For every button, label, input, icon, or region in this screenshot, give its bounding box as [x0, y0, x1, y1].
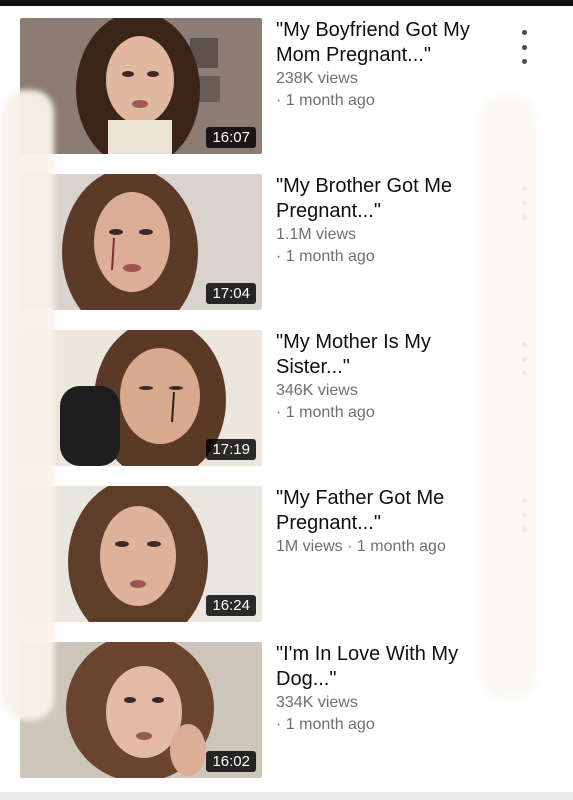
video-duration: 16:02: [206, 751, 256, 772]
video-meta[interactable]: "I'm In Love With My Dog..." 334K views ·…: [276, 642, 501, 736]
video-views: 1M views · 1 month ago: [276, 538, 446, 555]
video-thumbnail[interactable]: 17:19: [20, 330, 262, 466]
video-duration: 16:24: [206, 595, 256, 616]
video-age: · 1 month ago: [276, 404, 375, 421]
video-age: · 1 month ago: [276, 92, 375, 109]
video-thumbnail[interactable]: 16:02: [20, 642, 262, 778]
screen-bottom-border: [0, 792, 573, 800]
redaction-blur-right: [480, 95, 538, 700]
video-meta[interactable]: "My Boyfriend Got My Mom Pregnant..." 238…: [276, 18, 501, 112]
video-meta[interactable]: "My Mother Is My Sister..." 346K views · …: [276, 330, 501, 424]
video-meta[interactable]: "My Brother Got Me Pregnant..." 1.1M view…: [276, 174, 501, 268]
video-age: · 1 month ago: [276, 716, 375, 733]
video-title[interactable]: "I'm In Love With My Dog...": [276, 642, 501, 692]
video-thumbnail[interactable]: 17:04: [20, 174, 262, 310]
video-thumbnail[interactable]: 16:24: [20, 486, 262, 622]
video-views: 334K views: [276, 694, 358, 711]
video-duration: 17:04: [206, 283, 256, 304]
video-title[interactable]: "My Brother Got Me Pregnant...": [276, 174, 501, 224]
more-vert-icon[interactable]: [514, 30, 534, 64]
video-title[interactable]: "My Boyfriend Got My Mom Pregnant...": [276, 18, 501, 68]
video-views: 1.1M views: [276, 226, 357, 243]
video-age: · 1 month ago: [276, 248, 375, 265]
video-views: 346K views: [276, 382, 358, 399]
video-thumbnail[interactable]: 16:07: [20, 18, 262, 154]
video-duration: 16:07: [206, 127, 256, 148]
video-title[interactable]: "My Mother Is My Sister...": [276, 330, 501, 380]
video-duration: 17:19: [206, 439, 256, 460]
video-title[interactable]: "My Father Got Me Pregnant...": [276, 486, 501, 536]
video-meta[interactable]: "My Father Got Me Pregnant..." 1M views ·…: [276, 486, 501, 558]
redaction-blur-left: [2, 90, 54, 720]
video-views: 238K views: [276, 70, 358, 87]
